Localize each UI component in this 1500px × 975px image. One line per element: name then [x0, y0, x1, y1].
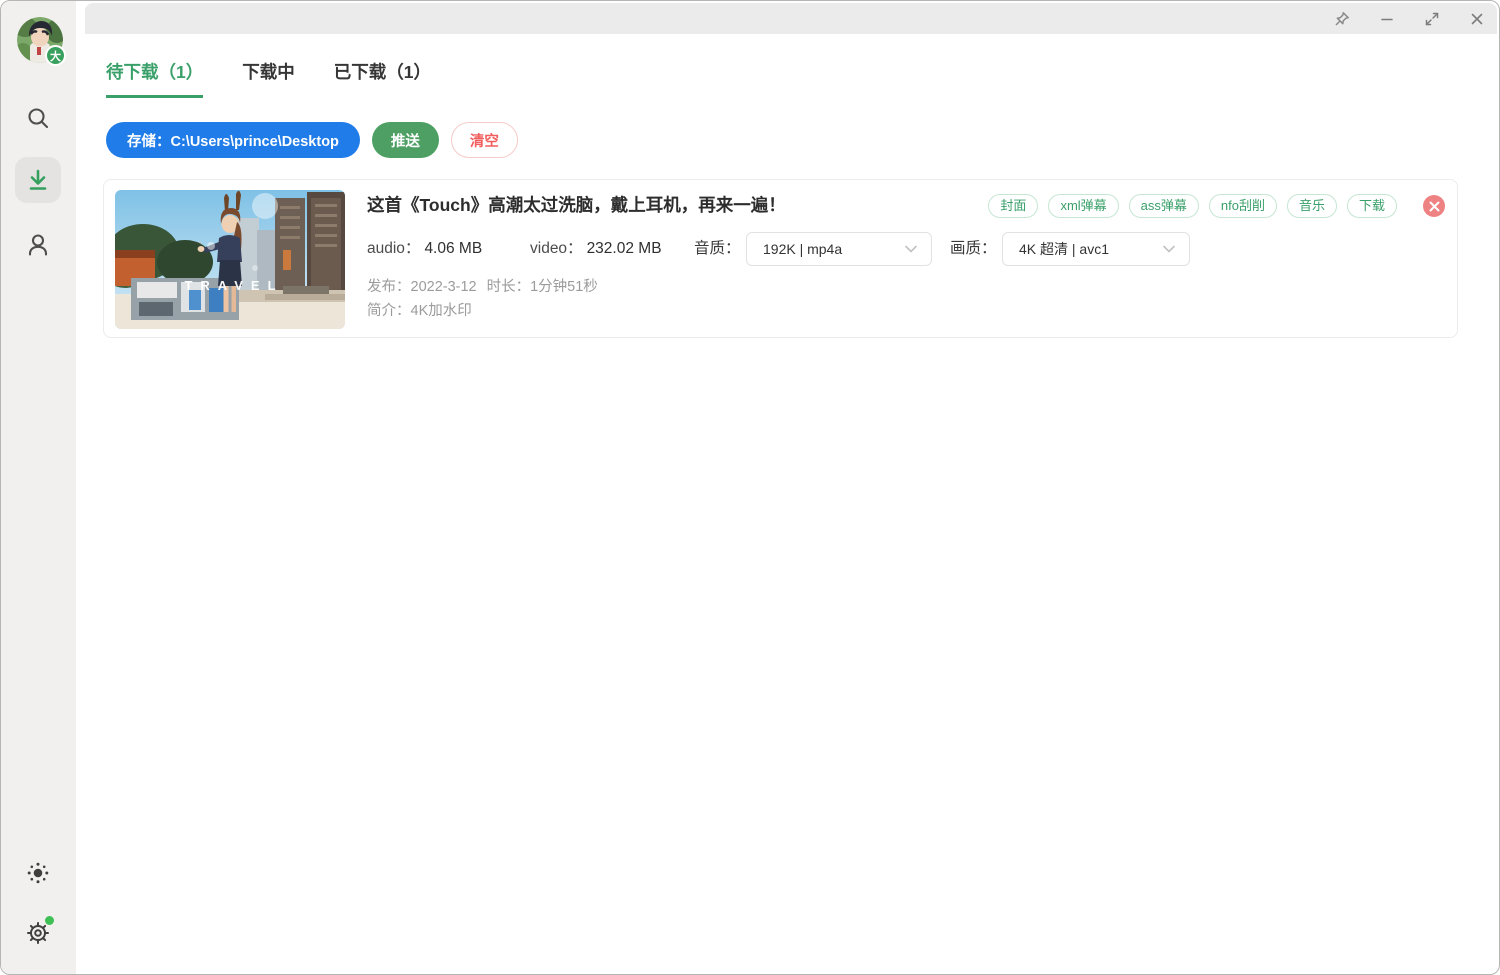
thumbnail-overlay-text: TRAVEL	[115, 278, 345, 293]
minimize-icon[interactable]	[1379, 11, 1395, 27]
tag-xml-danmaku[interactable]: xml弹幕	[1048, 194, 1118, 218]
search-icon[interactable]	[24, 104, 52, 132]
download-icon[interactable]	[15, 157, 61, 203]
pin-icon[interactable]	[1334, 11, 1350, 27]
maximize-icon[interactable]	[1424, 11, 1440, 27]
remove-item-button[interactable]	[1423, 195, 1445, 217]
tab-downloaded[interactable]: 已下载（1）	[334, 59, 431, 98]
video-quality-select[interactable]: 4K 超清 | avc1	[1002, 232, 1190, 266]
tag-cover[interactable]: 封面	[988, 194, 1038, 218]
video-size-label: video：	[530, 240, 583, 257]
window-controls	[1334, 11, 1485, 27]
sidebar: 大	[1, 1, 76, 974]
audio-quality-value: 192K | mp4a	[763, 241, 905, 257]
publish-value: 2022-3-12	[411, 279, 477, 295]
chevron-down-icon	[1163, 245, 1175, 253]
close-icon[interactable]	[1469, 11, 1485, 27]
chevron-down-icon	[905, 245, 917, 253]
toolbar: 存储：C:\Users\prince\Desktop 推送 清空	[106, 122, 518, 158]
intro-value: 4K加水印	[411, 303, 472, 319]
audio-size-value: 4.06 MB	[424, 240, 482, 257]
audio-quality-label: 音质：	[694, 232, 741, 266]
push-button[interactable]: 推送	[372, 122, 439, 158]
tag-row: 封面 xml弹幕 ass弹幕 nfo刮削 音乐 下载	[988, 194, 1445, 218]
audio-quality-select[interactable]: 192K | mp4a	[746, 232, 932, 266]
tab-pending[interactable]: 待下载（1）	[106, 59, 203, 98]
duration-value: 1分钟51秒	[530, 279, 598, 295]
avatar[interactable]: 大	[17, 17, 63, 63]
settings-notification-dot	[45, 916, 54, 925]
audio-size: audio：4.06 MB	[367, 232, 482, 266]
tag-download[interactable]: 下载	[1347, 194, 1397, 218]
duration-label: 时长：	[487, 279, 531, 295]
settings-gear-icon[interactable]	[23, 918, 53, 948]
theme-icon[interactable]	[24, 859, 52, 887]
audio-size-label: audio：	[367, 240, 420, 257]
intro-label: 简介：	[367, 303, 411, 319]
app-window: 大	[0, 0, 1500, 975]
storage-path-button[interactable]: 存储：C:\Users\prince\Desktop	[106, 122, 360, 158]
video-size-value: 232.02 MB	[587, 240, 662, 257]
tag-ass-danmaku[interactable]: ass弹幕	[1129, 194, 1199, 218]
clear-button[interactable]: 清空	[451, 122, 518, 158]
avatar-badge: 大	[45, 45, 66, 66]
video-size: video：232.02 MB	[530, 232, 662, 266]
tab-downloading[interactable]: 下载中	[242, 59, 295, 98]
publish-duration-line: 发布：2022-3-12 时长：1分钟51秒	[367, 276, 598, 298]
video-title: 这首《Touch》高潮太过洗脑，戴上耳机，再来一遍！	[367, 192, 786, 217]
user-icon[interactable]	[24, 231, 52, 259]
download-item-card: TRAVEL 这首《Touch》高潮太过洗脑，戴上耳机，再来一遍！ 封面 xml…	[103, 179, 1458, 338]
tag-music[interactable]: 音乐	[1287, 194, 1337, 218]
thumbnail-scene	[115, 190, 345, 329]
video-quality-label: 画质：	[950, 232, 997, 266]
tag-nfo-scrape[interactable]: nfo刮削	[1209, 194, 1277, 218]
titlebar	[85, 3, 1497, 34]
tab-bar: 待下载（1） 下载中 已下载（1）	[106, 59, 431, 98]
intro-line: 简介：4K加水印	[367, 300, 472, 322]
publish-label: 发布：	[367, 279, 411, 295]
video-thumbnail[interactable]: TRAVEL	[115, 190, 345, 329]
video-quality-value: 4K 超清 | avc1	[1019, 239, 1163, 259]
